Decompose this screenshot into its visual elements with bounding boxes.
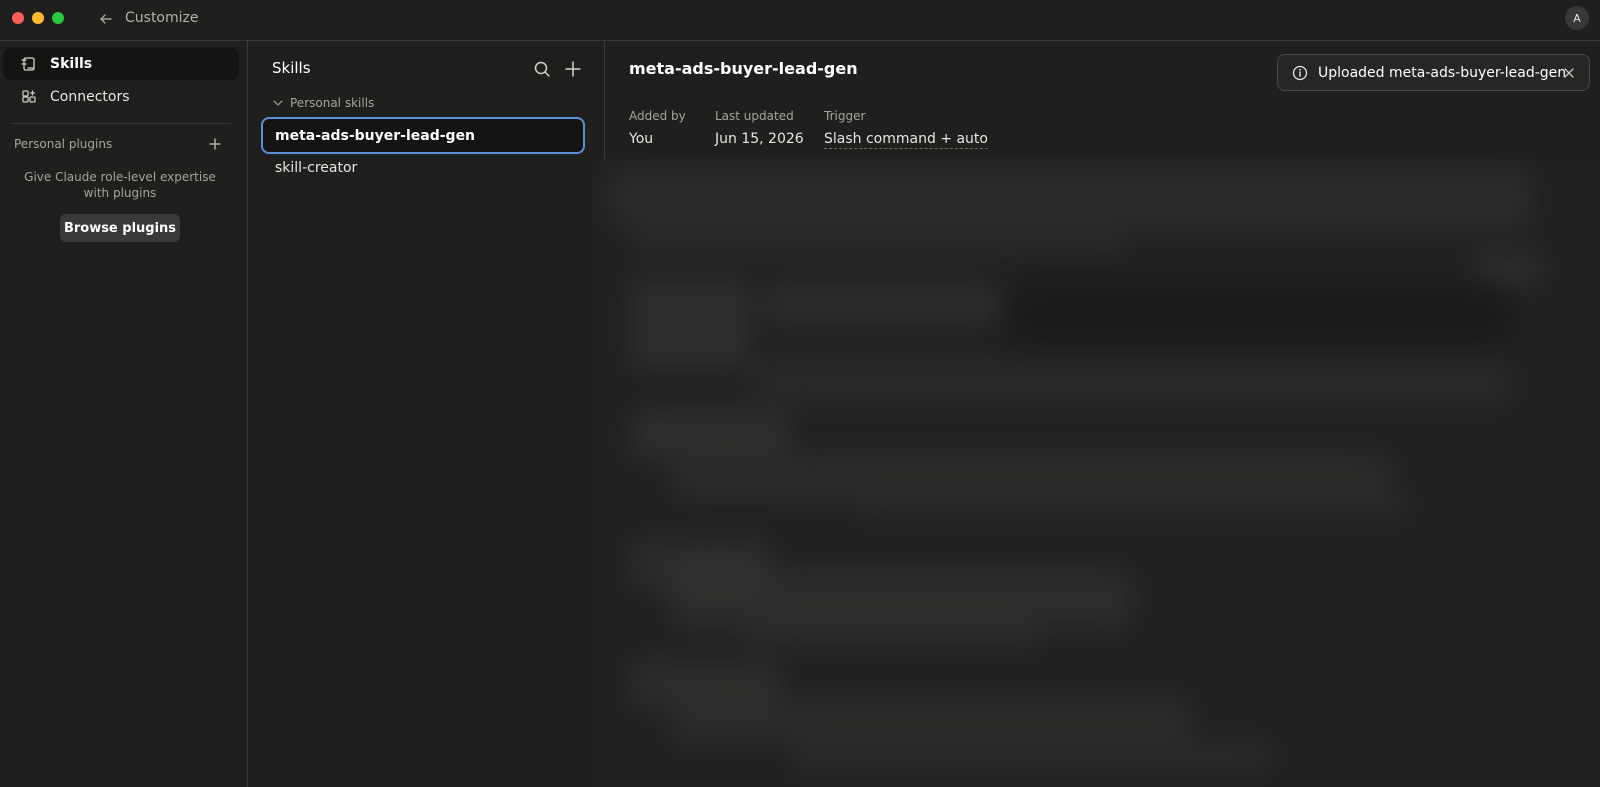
search-icon[interactable] [531,58,553,80]
title-bar: Customize A [0,0,1600,41]
connectors-icon [20,88,38,106]
chevron-down-icon [272,97,284,109]
blurred-skill-content [591,159,1600,787]
personal-plugins-label: Personal plugins [14,137,113,151]
meta-label: Trigger [824,109,866,123]
window-maximize-button[interactable] [52,12,64,24]
skill-detail-title: meta-ads-buyer-lead-gen [629,59,858,78]
window-title: Customize [125,10,199,26]
avatar[interactable]: A [1565,6,1589,30]
sidebar-item-skills[interactable]: Skills [3,48,239,80]
skills-panel: Skills Personal skills meta-ads-buyer-le… [248,41,605,159]
skills-icon [20,55,38,73]
add-plugin-icon[interactable] [205,134,225,154]
window-minimize-button[interactable] [32,12,44,24]
upload-toast: Uploaded meta-ads-buyer-lead-gen [1277,54,1590,91]
back-arrow-icon[interactable] [96,9,116,29]
meta-last-updated: Last updated Jun 15, 2026 [715,109,804,147]
trigger-value[interactable]: Slash command + auto [824,131,988,149]
meta-label: Last updated [715,109,794,123]
meta-trigger: Trigger Slash command + auto [824,109,988,149]
meta-added-by: Added by You [629,109,686,147]
meta-value: You [629,131,654,147]
meta-label: Added by [629,109,686,123]
sidebar: Skills Connectors Personal plugins Give … [0,41,248,787]
toast-message: Uploaded meta-ads-buyer-lead-gen [1318,64,1567,81]
add-skill-icon[interactable] [562,58,584,80]
personal-skills-group[interactable]: Personal skills [272,96,374,110]
close-icon[interactable] [1561,65,1577,81]
skills-panel-list: skill-creator [248,159,591,787]
meta-value: Jun 15, 2026 [715,131,804,147]
sidebar-item-label: Skills [50,56,93,72]
sidebar-item-label: Connectors [50,89,130,105]
browse-plugins-button[interactable]: Browse plugins [60,214,180,242]
window-close-button[interactable] [12,12,24,24]
info-icon [1292,65,1308,81]
skill-item-skill-creator[interactable]: skill-creator [261,149,585,186]
skills-panel-title: Skills [272,59,311,77]
plugins-hint: Give Claude role-level expertise with pl… [24,170,216,200]
sidebar-divider [11,123,231,124]
sidebar-item-connectors[interactable]: Connectors [3,81,239,113]
group-label-text: Personal skills [290,96,375,110]
